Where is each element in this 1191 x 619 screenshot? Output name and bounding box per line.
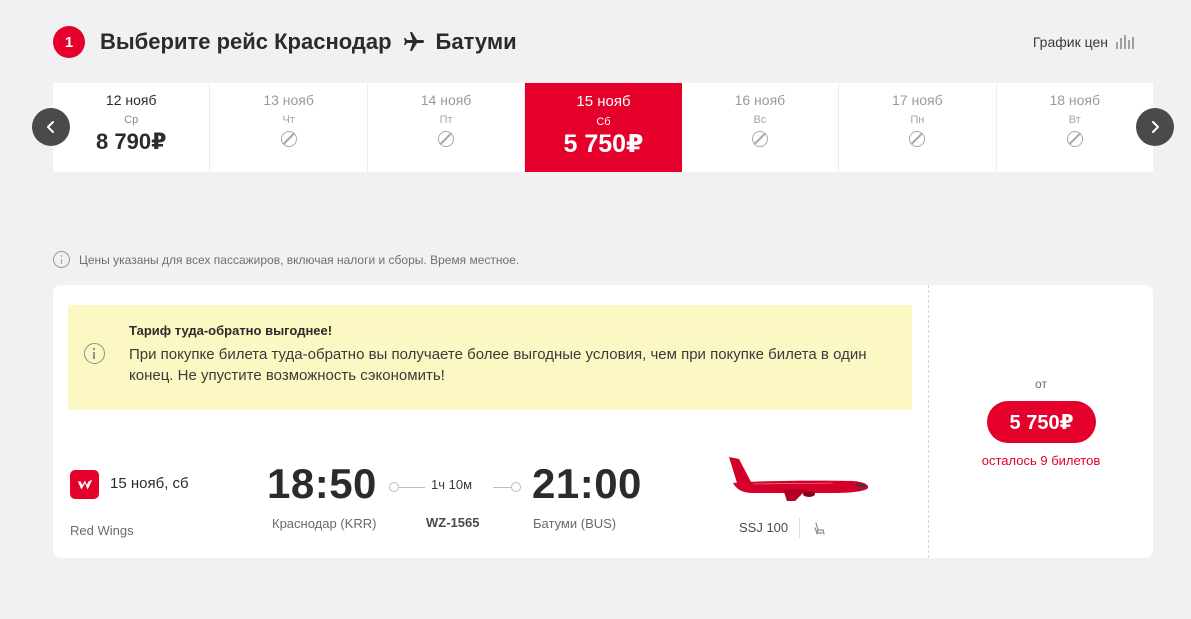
chevron-right-icon <box>1152 121 1159 133</box>
red-wings-logo-icon <box>70 470 99 499</box>
page-title: Выберите рейс Краснодар Батуми <box>100 29 517 55</box>
weekday-label: Вт <box>1068 114 1081 126</box>
date-tab-12-nov[interactable]: 12 нояб Ср 8 790₽ <box>53 83 211 172</box>
date-label: 13 нояб <box>263 92 314 108</box>
date-tab-13-nov[interactable]: 13 нояб Чт <box>210 83 368 172</box>
flight-duration: 1ч 10м <box>431 477 473 492</box>
date-tab-17-nov[interactable]: 17 нояб Пн <box>839 83 997 172</box>
flight-number: WZ-1565 <box>426 515 480 530</box>
date-label: 15 нояб <box>576 93 631 110</box>
weekday-label: Пн <box>910 114 925 126</box>
aircraft-image <box>729 457 869 501</box>
unavailable-icon <box>438 131 455 147</box>
divider <box>799 518 800 538</box>
departure-time: 18:50 <box>267 460 377 507</box>
price-chart-link[interactable]: График цен <box>1033 34 1134 50</box>
unavailable-icon <box>280 131 297 147</box>
plane-icon <box>403 32 424 51</box>
date-label: 18 нояб <box>1049 92 1101 108</box>
info-icon <box>84 343 105 364</box>
date-selector: 12 нояб Ср 8 790₽ 13 нояб Чт 14 нояб Пт … <box>53 83 1153 172</box>
date-tab-14-nov[interactable]: 14 нояб Пт <box>368 83 526 172</box>
date-label: 14 нояб <box>420 92 472 108</box>
weekday-label: Сб <box>596 116 611 128</box>
date-label: 16 нояб <box>734 92 786 108</box>
page-header: 1 Выберите рейс Краснодар Батуми График … <box>53 25 1153 59</box>
aircraft-type: SSJ 100 <box>739 520 789 535</box>
arrival-city: Батуми (BUS) <box>533 516 617 531</box>
unavailable-icon <box>751 131 768 147</box>
seats-left-text: осталось 9 билетов <box>981 453 1101 468</box>
date-label: 12 нояб <box>105 92 157 108</box>
next-dates-button[interactable] <box>1136 108 1174 146</box>
date-price: 8 790₽ <box>96 129 167 154</box>
flight-card[interactable]: Тариф туда-обратно выгоднее! При покупке… <box>53 285 1153 558</box>
arrival-time: 21:00 <box>532 460 642 507</box>
bar-chart-icon <box>1116 35 1134 49</box>
date-price: 5 750₽ <box>563 130 644 158</box>
airline-name: Red Wings <box>70 523 134 538</box>
date-tab-15-nov[interactable]: 15 нояб Сб 5 750₽ <box>525 83 682 172</box>
weekday-label: Вс <box>753 114 767 126</box>
weekday-label: Пт <box>439 114 453 126</box>
date-tab-16-nov[interactable]: 16 нояб Вс <box>682 83 840 172</box>
promo-title: Тариф туда-обратно выгоднее! <box>129 323 333 338</box>
round-trip-promo: Тариф туда-обратно выгоднее! При покупке… <box>68 305 912 410</box>
price-notice-text: Цены указаны для всех пассажиров, включа… <box>79 252 520 267</box>
promo-text: При покупке билета туда-обратно вы получ… <box>129 346 867 384</box>
select-flight-price-button[interactable]: 5 750₽ <box>987 401 1096 443</box>
flight-date: 15 нояб, сб <box>110 475 189 492</box>
departure-city: Краснодар (KRR) <box>272 516 377 531</box>
route-origin-title: Выберите рейс Краснодар <box>100 29 392 54</box>
date-tab-18-nov[interactable]: 18 нояб Вт <box>997 83 1153 172</box>
previous-dates-button[interactable] <box>32 108 70 146</box>
unavailable-icon <box>1066 131 1083 147</box>
price-chart-label: График цен <box>1032 34 1108 50</box>
chevron-left-icon <box>47 121 54 133</box>
info-icon <box>53 251 70 268</box>
weekday-label: Ср <box>124 114 139 126</box>
date-label: 17 нояб <box>892 92 943 108</box>
route-destination-title: Батуми <box>435 29 517 54</box>
seat-icon <box>814 522 825 535</box>
price-from-label: от <box>1035 377 1047 391</box>
weekday-label: Чт <box>282 114 295 126</box>
price-panel: от 5 750₽ осталось 9 билетов <box>928 285 1153 558</box>
unavailable-icon <box>909 131 926 147</box>
step-badge: 1 <box>53 26 85 58</box>
price-notice: Цены указаны для всех пассажиров, включа… <box>53 251 519 268</box>
